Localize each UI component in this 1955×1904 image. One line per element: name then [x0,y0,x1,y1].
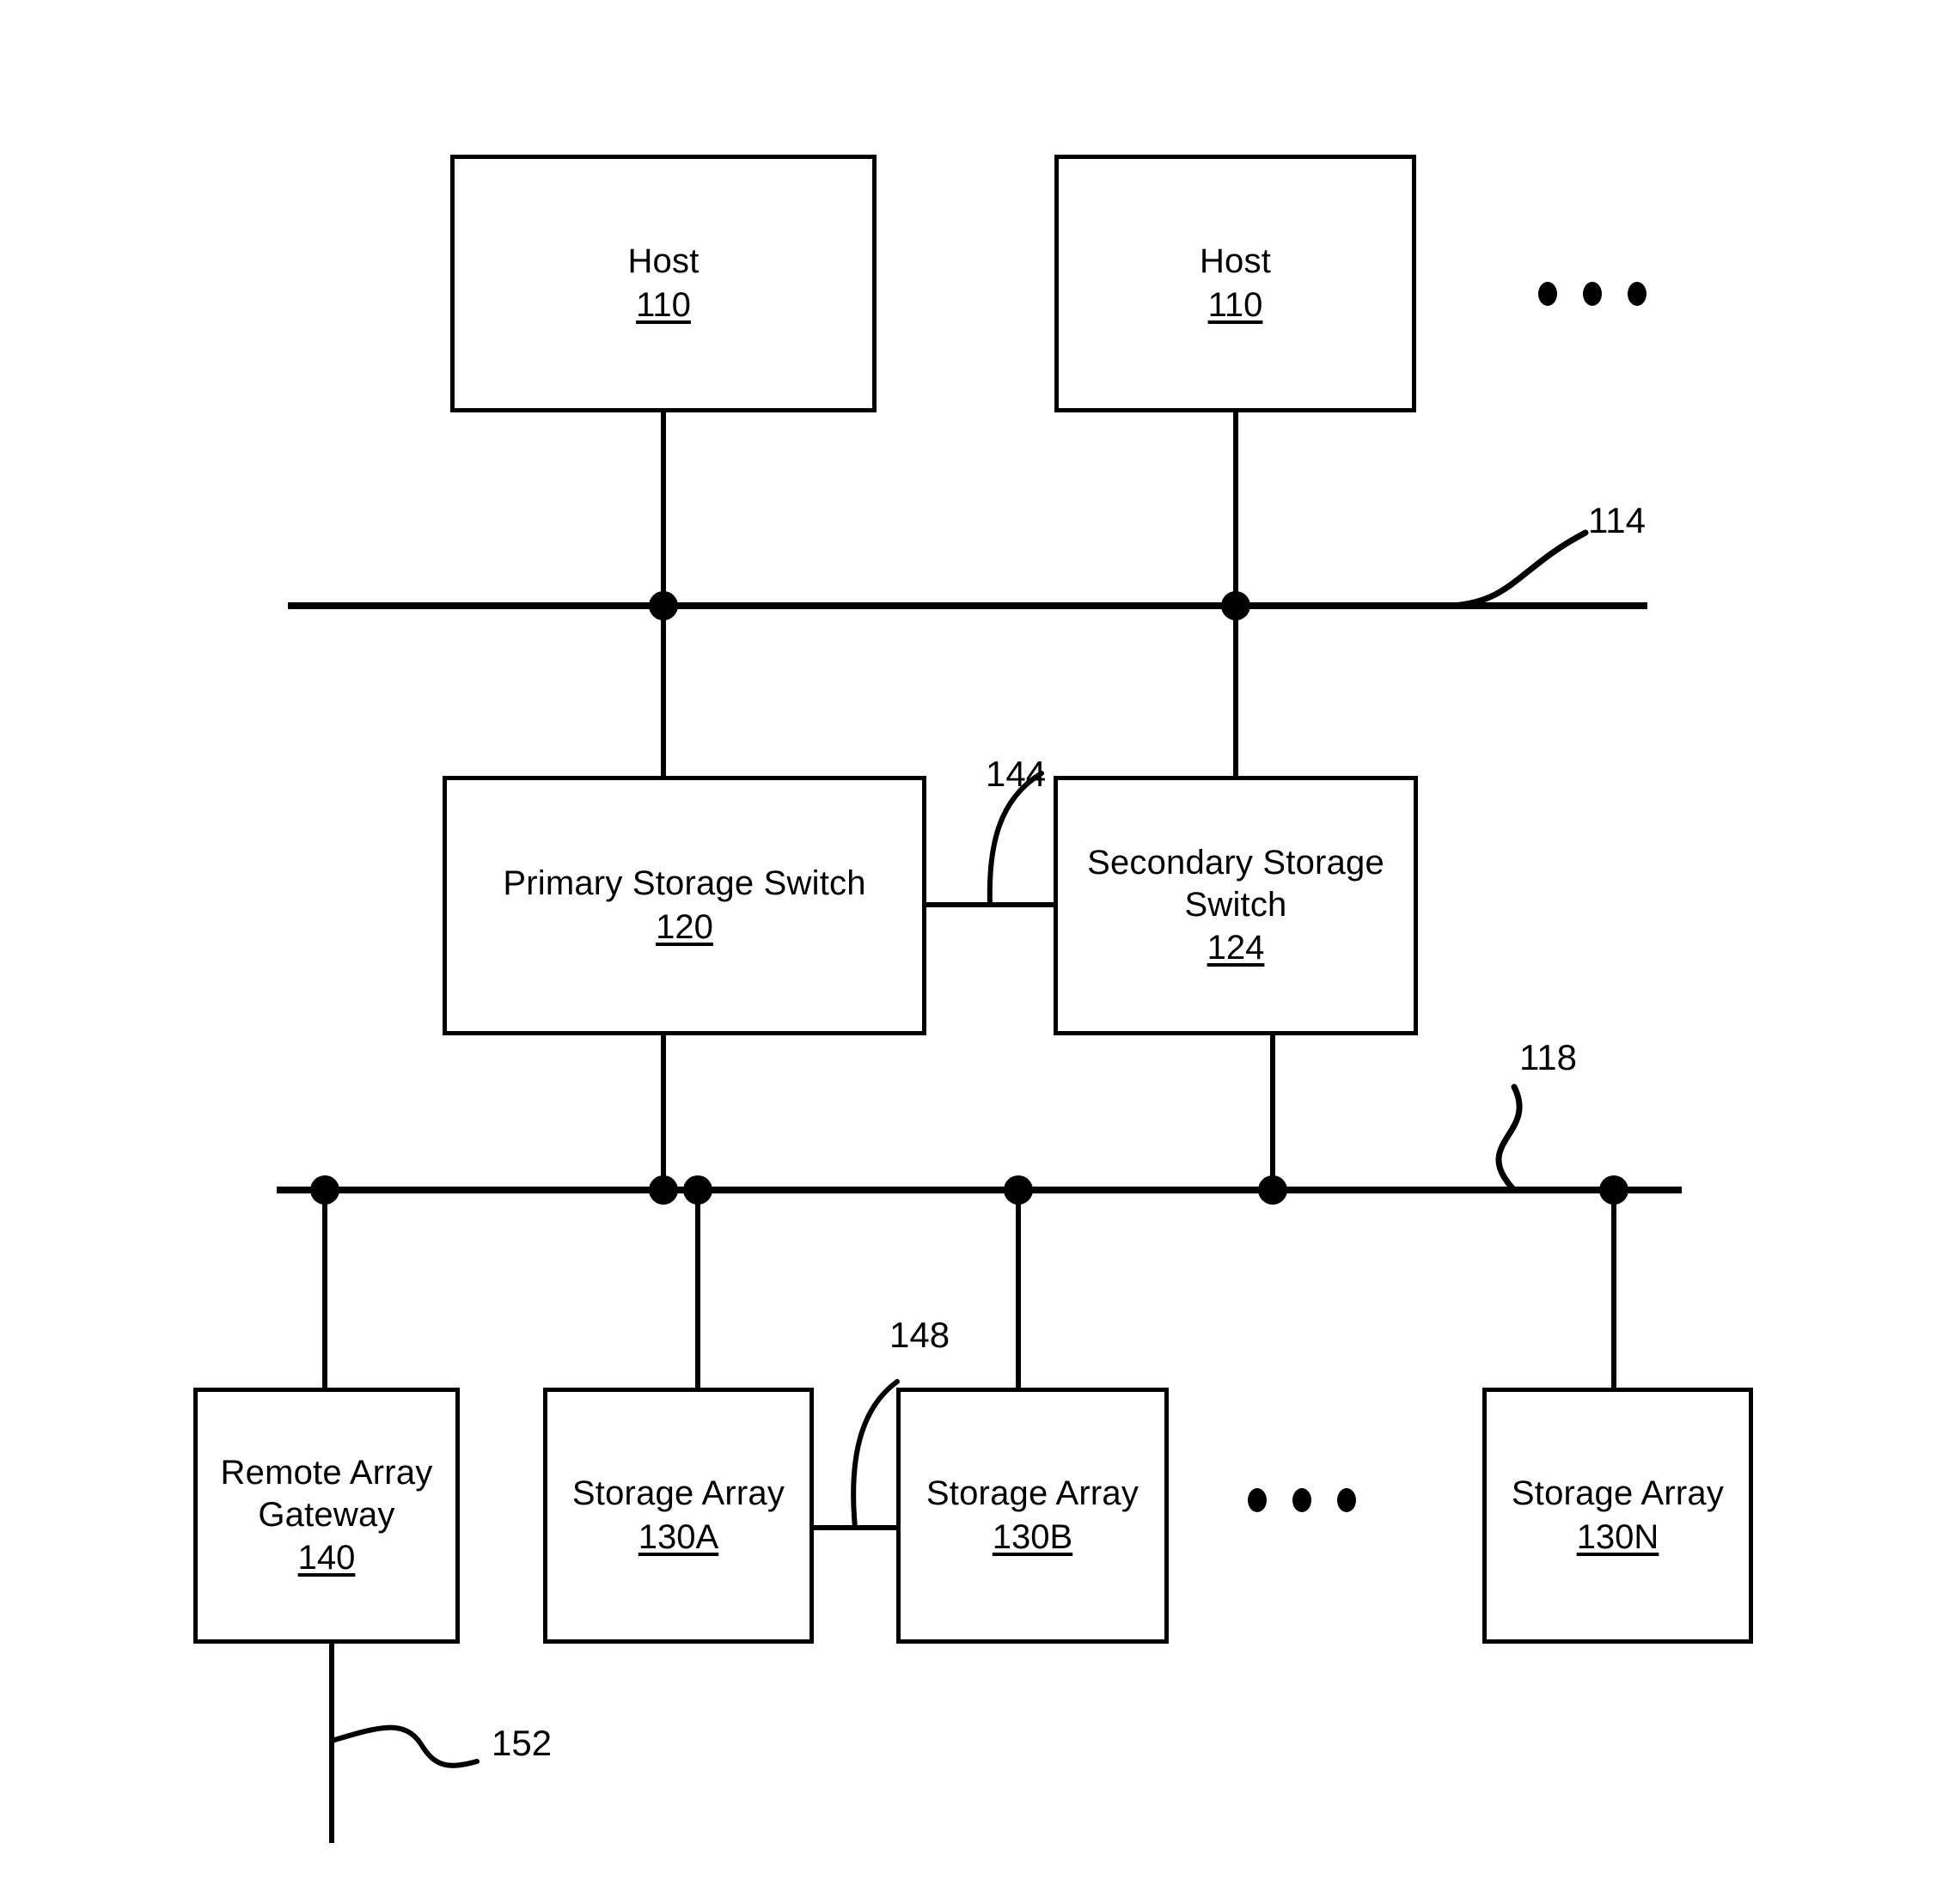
node-storage-array-n-title: Storage Array [1511,1474,1725,1513]
node-host-a-title: Host [627,242,700,281]
node-host-b-ref: 110 [1207,286,1263,324]
node-host-a-ref: 110 [636,286,691,324]
ref-label-114: 114 [1588,500,1646,540]
ref-label-148: 148 [889,1315,950,1355]
node-primary-storage-switch-ref: 120 [656,908,713,946]
junction-dot [1258,1175,1287,1205]
node-host-a[interactable]: Host 110 [450,155,877,412]
leader-148 [851,1379,900,1530]
node-secondary-storage-switch[interactable]: Secondary Storage Switch 124 [1054,776,1418,1035]
leader-152 [329,1724,480,1768]
ref-label-152: 152 [492,1723,553,1763]
ellipsis-dot [1538,282,1557,306]
arrays-ellipsis [1248,1488,1356,1512]
ellipsis-dot [1583,282,1602,306]
ellipsis-dot [1628,282,1646,306]
node-secondary-storage-switch-title: Secondary Storage Switch [1087,843,1384,924]
diagram-canvas: Host 110 Host 110 114 Primary Storage Sw… [0,0,1955,1904]
node-storage-array-a-ref: 130A [638,1518,719,1556]
ref-label-118: 118 [1519,1037,1577,1077]
hosts-ellipsis [1538,282,1646,306]
node-host-b[interactable]: Host 110 [1054,155,1416,412]
node-storage-array-a-title: Storage Array [571,1474,785,1513]
node-storage-array-b-ref: 130B [992,1518,1073,1556]
ellipsis-dot [1248,1488,1267,1512]
ellipsis-dot [1337,1488,1356,1512]
node-storage-array-a[interactable]: Storage Array 130A [543,1388,814,1644]
node-remote-array-gateway-ref: 140 [297,1539,356,1578]
node-host-b-title: Host [1199,242,1272,281]
node-primary-storage-switch-title: Primary Storage Switch [503,864,866,903]
node-storage-array-b[interactable]: Storage Array 130B [896,1388,1169,1644]
node-remote-array-gateway-title: Remote Array Gateway [220,1453,433,1534]
node-remote-array-gateway[interactable]: Remote Array Gateway 140 [193,1388,460,1644]
leader-114 [1449,529,1589,609]
ref-label-144: 144 [986,754,1047,794]
node-storage-array-b-title: Storage Array [926,1474,1139,1513]
node-storage-array-n-ref: 130N [1576,1518,1659,1556]
node-secondary-storage-switch-ref: 124 [1207,929,1265,967]
node-storage-array-n[interactable]: Storage Array 130N [1482,1388,1753,1644]
leader-118 [1495,1083,1523,1193]
junction-dot [649,1175,678,1205]
node-primary-storage-switch[interactable]: Primary Storage Switch 120 [443,776,926,1035]
ellipsis-dot [1292,1488,1311,1512]
